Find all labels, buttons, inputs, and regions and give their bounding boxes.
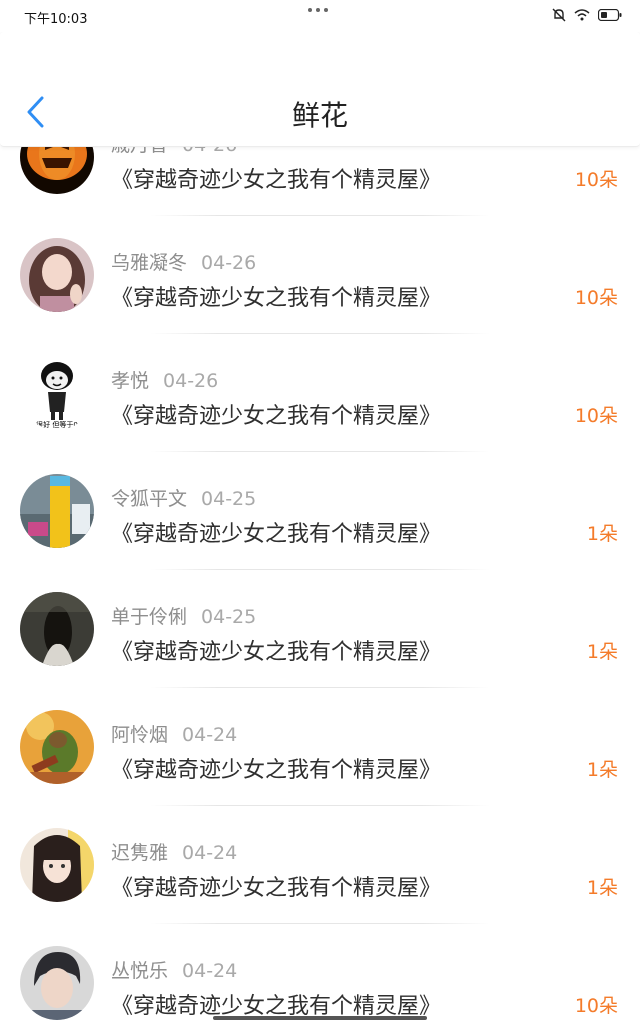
sender-name: 乌雅凝冬 [111, 252, 188, 274]
list-item[interactable]: 丛悦乐 04-24 《穿越奇迹少女之我有个精灵屋》 10朵 [0, 940, 640, 1024]
sender-meta: 乌雅凝冬 04-26 [111, 248, 256, 275]
navigation-header: 鲜花 [0, 32, 640, 147]
send-date: 04-26 [163, 370, 219, 392]
flower-amount: 10朵 [574, 405, 618, 427]
send-date: 04-24 [182, 960, 238, 982]
send-date: 04-25 [201, 606, 257, 628]
list-item[interactable]: 令狐平文 04-25 《穿越奇迹少女之我有个精灵屋》 1朵 [0, 468, 640, 586]
divider [150, 451, 490, 452]
battery-icon [598, 9, 622, 21]
sender-meta: 孝悦 04-26 [111, 366, 218, 393]
bottle-avatar [20, 474, 94, 548]
warrior-avatar [20, 710, 94, 784]
sender-name: 孝悦 [111, 370, 150, 392]
sender-meta: 令狐平文 04-25 [111, 484, 256, 511]
flower-amount: 1朵 [586, 759, 618, 781]
book-title: 《穿越奇迹少女之我有个精灵屋》 [111, 522, 442, 547]
home-indicator [213, 1016, 427, 1020]
flowers-screen: 戚月香04-26 《穿越奇迹少女之我有个精灵屋》 10朵 乌雅凝冬04-26 《… [0, 0, 640, 1024]
flower-amount: 10朵 [574, 287, 618, 309]
flower-amount: 1朵 [586, 523, 618, 545]
status-icons [552, 8, 622, 22]
sender-meta: 单于伶俐 04-25 [111, 602, 256, 629]
wifi-icon [574, 9, 590, 21]
send-date: 04-24 [182, 842, 238, 864]
list-item[interactable]: 乌雅凝冬 04-26 《穿越奇迹少女之我有个精灵屋》 10朵 [0, 232, 640, 350]
book-title: 《穿越奇迹少女之我有个精灵屋》 [111, 876, 442, 901]
book-title: 《穿越奇迹少女之我有个精灵屋》 [111, 286, 442, 311]
sender-name: 丛悦乐 [111, 960, 169, 982]
book-title: 《穿越奇迹少女之我有个精灵屋》 [111, 758, 442, 783]
sender-meta: 迟隽雅 04-24 [111, 838, 237, 865]
sender-name: 阿怜烟 [111, 724, 169, 746]
more-dots-icon [308, 8, 328, 12]
flower-amount: 10朵 [574, 995, 618, 1017]
meme-avatar: 很好 但等于0 [20, 356, 94, 430]
sender-name: 迟隽雅 [111, 842, 169, 864]
divider [150, 333, 490, 334]
list-item[interactable]: 很好 但等于0 孝悦 04-26 《穿越奇迹少女之我有个精灵屋》 10朵 [0, 350, 640, 468]
book-title: 《穿越奇迹少女之我有个精灵屋》 [111, 640, 442, 665]
list-item[interactable]: 单于伶俐 04-25 《穿越奇迹少女之我有个精灵屋》 1朵 [0, 586, 640, 704]
flower-amount: 10朵 [574, 169, 618, 191]
girl-avatar [20, 238, 94, 312]
sender-meta: 丛悦乐 04-24 [111, 956, 237, 983]
boy-avatar [20, 946, 94, 1020]
flower-amount: 1朵 [586, 641, 618, 663]
book-title: 《穿越奇迹少女之我有个精灵屋》 [111, 404, 442, 429]
divider [150, 805, 490, 806]
divider [150, 569, 490, 570]
divider [150, 687, 490, 688]
list-item[interactable]: 迟隽雅 04-24 《穿越奇迹少女之我有个精灵屋》 1朵 [0, 822, 640, 940]
send-date: 04-25 [201, 488, 257, 510]
flower-amount: 1朵 [586, 877, 618, 899]
sender-name: 令狐平文 [111, 488, 188, 510]
send-date: 04-24 [182, 724, 238, 746]
divider [150, 215, 490, 216]
status-time: 下午10:03 [24, 12, 88, 27]
list-item[interactable]: 阿怜烟 04-24 《穿越奇迹少女之我有个精灵屋》 1朵 [0, 704, 640, 822]
bell-muted-icon [552, 8, 566, 22]
page-title: 鲜花 [291, 99, 348, 132]
send-date: 04-26 [201, 252, 257, 274]
sender-name: 单于伶俐 [111, 606, 188, 628]
sender-meta: 阿怜烟 04-24 [111, 720, 237, 747]
status-bar: 下午10:03 [0, 0, 640, 32]
book-title: 《穿越奇迹少女之我有个精灵屋》 [111, 168, 442, 193]
anime-girl-avatar [20, 828, 94, 902]
divider [150, 923, 490, 924]
meme-caption: 很好 但等于0 [36, 420, 78, 429]
dark-figure-avatar [20, 592, 94, 666]
